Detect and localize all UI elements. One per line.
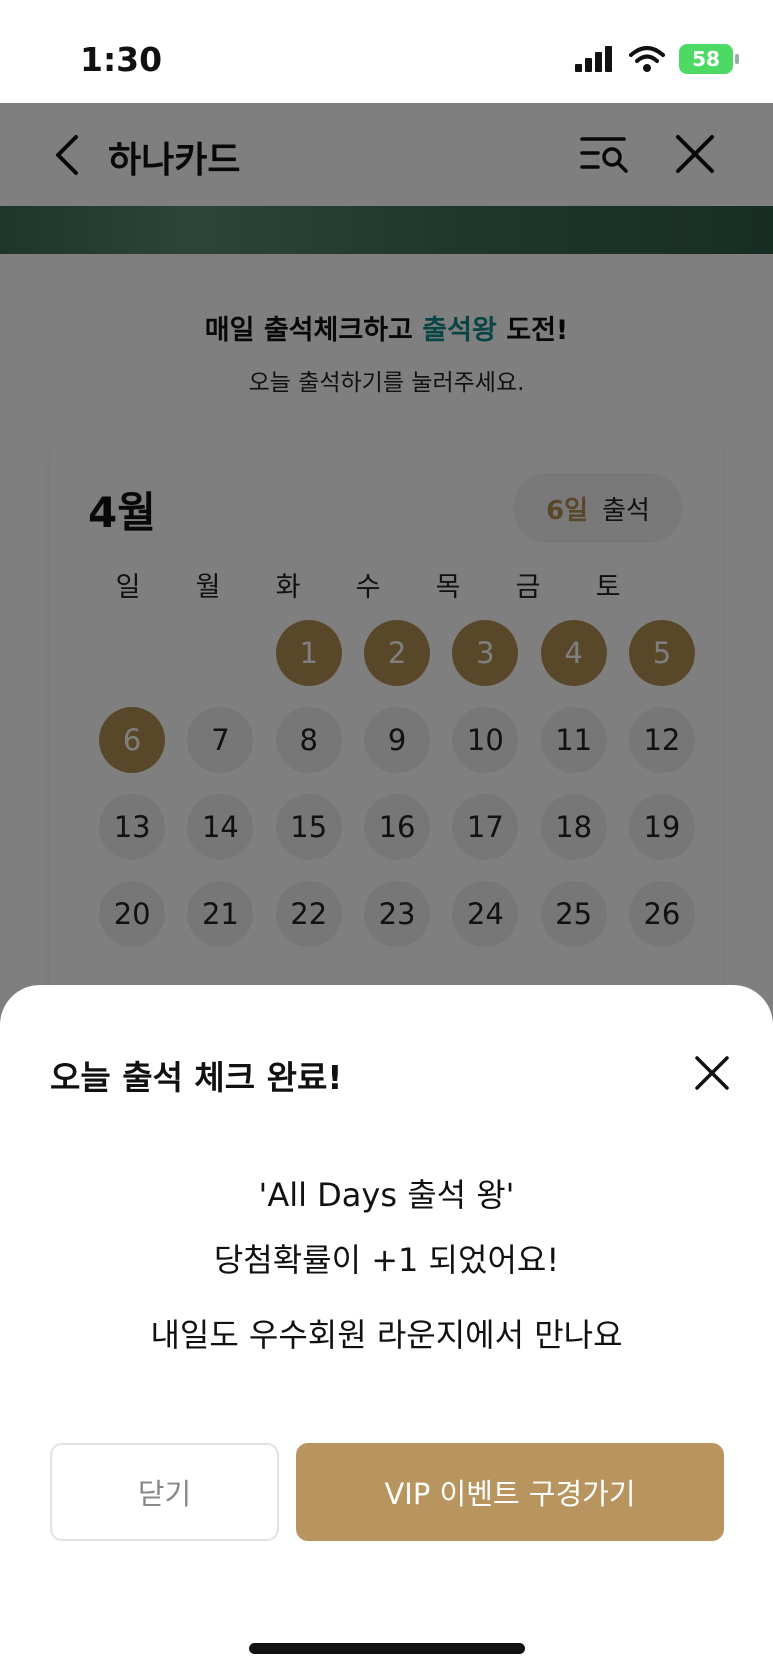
close-button[interactable]: 닫기 [50,1443,279,1541]
sheet-message-line: 'All Days 출석 왕' [258,1176,515,1214]
attendance-complete-sheet: 오늘 출석 체크 완료! 'All Days 출석 왕' 당첨확률이 +1 되었… [0,985,773,1674]
sheet-message-line: 당첨확률이 +1 되었어요! [213,1241,560,1279]
sheet-title: 오늘 출석 체크 완료! [50,1058,343,1097]
battery-icon: 58 [679,44,739,74]
close-icon[interactable] [692,1053,732,1093]
status-time: 1:30 [80,40,163,79]
home-indicator [249,1643,525,1654]
wifi-icon [629,46,665,72]
status-bar: 1:30 58 [0,0,773,103]
signal-icon [575,46,612,72]
sheet-message-line: 내일도 우수회원 라운지에서 만나요 [150,1316,623,1354]
vip-event-button[interactable]: VIP 이벤트 구경가기 [296,1443,724,1541]
status-icons: 58 [575,44,739,74]
